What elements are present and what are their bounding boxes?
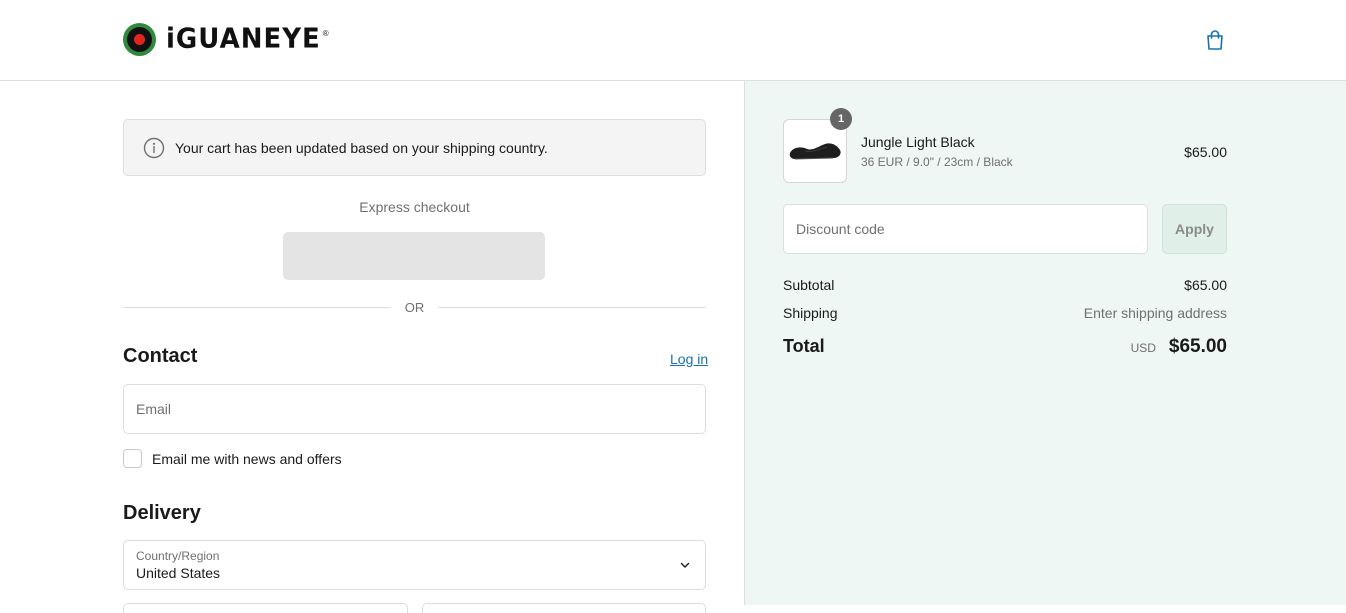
newsletter-label[interactable]: Email me with news and offers [152, 451, 342, 467]
subtotal-label: Subtotal [783, 277, 835, 293]
total-currency: USD [1130, 341, 1156, 355]
product-price: $65.00 [1184, 144, 1227, 160]
login-link[interactable]: Log in [670, 351, 708, 367]
total-row: Total USD $65.00 [783, 336, 1227, 358]
info-icon [143, 137, 165, 158]
subtotal-row: Subtotal $65.00 [783, 277, 1227, 293]
notice-text: Your cart has been updated based on your… [175, 139, 548, 156]
shoe-image [789, 143, 841, 160]
newsletter-option[interactable]: Email me with news and offers [123, 449, 342, 468]
product-variant: 36 EUR / 9.0" / 23cm / Black [861, 155, 1013, 169]
total-amount-group: USD $65.00 [1131, 336, 1227, 358]
header: iGUANEYE ® [0, 0, 1346, 81]
shipping-row: Shipping Enter shipping address [783, 305, 1227, 321]
or-text: OR [404, 299, 425, 315]
express-checkout-button[interactable] [283, 232, 545, 280]
total-label: Total [783, 336, 825, 356]
discount-code-field[interactable]: Discount code [783, 204, 1148, 254]
eye-logo-icon [123, 22, 156, 56]
shopping-bag-icon [1207, 30, 1223, 50]
country-select-label: Country/Region [136, 549, 220, 563]
country-select-value: United States [136, 565, 221, 581]
express-checkout-label: Express checkout [359, 199, 470, 215]
product-name: Jungle Light Black [861, 134, 975, 150]
shipping-value: Enter shipping address [1083, 305, 1227, 321]
cart-update-notice: Your cart has been updated based on your… [123, 119, 706, 176]
divider-line-right [438, 306, 706, 308]
checkout-form: Your cart has been updated based on your… [0, 81, 744, 613]
country-select[interactable]: Country/Region United States [123, 540, 706, 590]
logo-text: iGUANEYE [166, 23, 321, 55]
order-summary: 1 Jungle Light Black 36 EUR / 9.0" / 23c… [744, 81, 1346, 605]
total-value: $65.00 [1168, 336, 1227, 357]
or-divider: OR [123, 299, 706, 315]
delivery-title: Delivery [123, 502, 201, 524]
quantity-badge: 1 [830, 108, 852, 130]
newsletter-checkbox[interactable] [123, 449, 142, 468]
cart-button[interactable] [1202, 27, 1228, 53]
apply-discount-button[interactable]: Apply [1162, 204, 1227, 254]
contact-title: Contact [123, 345, 198, 367]
shipping-label: Shipping [783, 305, 838, 321]
subtotal-value: $65.00 [1184, 277, 1227, 293]
email-field[interactable]: Email [123, 384, 706, 434]
chevron-down-icon [680, 562, 690, 568]
registered-mark: ® [322, 28, 329, 38]
brand-logo[interactable]: iGUANEYE ® [123, 22, 329, 56]
divider-line-left [123, 306, 391, 308]
